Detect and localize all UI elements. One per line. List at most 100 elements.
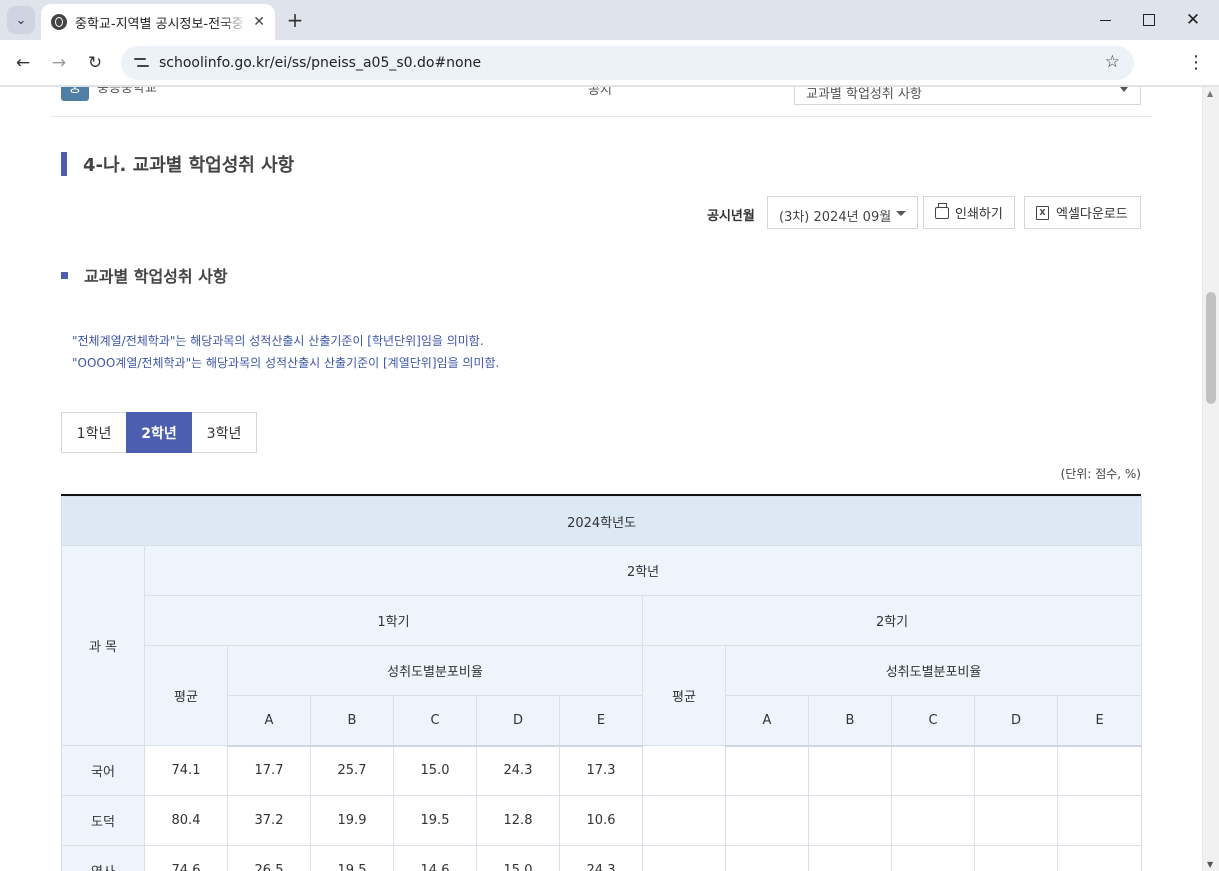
data-cell — [974, 745, 1058, 796]
data-cell: 15.0 — [476, 845, 560, 871]
data-cell: 12.8 — [476, 795, 560, 846]
data-cell: 15.0 — [393, 745, 477, 796]
notes: "전체계열/전체학과"는 해당과목의 성적산출시 산출기준이 [학년단위]임을 … — [72, 330, 499, 374]
window-close-button[interactable]: ✕ — [1180, 7, 1206, 33]
scroll-up-icon[interactable]: ▲ — [1207, 89, 1213, 98]
data-cell — [808, 795, 892, 846]
tab-bar: ⌄ 중학교-지역별 공시정보-전국중학교 ✕ + ✕ — [0, 0, 1219, 40]
data-cell: 10.6 — [559, 795, 643, 846]
browser-tab[interactable]: 중학교-지역별 공시정보-전국중학교 ✕ — [41, 4, 275, 40]
browser-menu-button[interactable]: ⋮ — [1186, 51, 1206, 75]
level-header: E — [1056, 695, 1143, 747]
excel-download-button[interactable]: X 엑셀다운로드 — [1024, 196, 1141, 229]
globe-icon — [51, 14, 67, 30]
printer-icon — [935, 202, 949, 219]
school-name: 충등중학교 — [97, 87, 157, 96]
new-tab-button[interactable]: + — [282, 7, 308, 33]
table-row: 국어 74.1 17.7 25.7 15.0 24.3 17.3 — [61, 745, 1143, 796]
level-header: D — [974, 695, 1058, 747]
semester-2-header: 2학기 — [641, 595, 1143, 646]
dist-header: 성취도별분포비율 — [227, 645, 643, 696]
data-cell: 25.7 — [310, 745, 394, 796]
tab-grade-2[interactable]: 2학년 — [126, 412, 192, 453]
pub-item-value: 교과별 학업성취 사항 — [806, 87, 922, 102]
subject-cell: 도덕 — [61, 795, 145, 846]
tab-grade-1[interactable]: 1학년 — [61, 412, 127, 453]
print-button[interactable]: 인쇄하기 — [923, 196, 1015, 229]
scroll-down-icon[interactable]: ▼ — [1207, 860, 1213, 869]
year-header: 2024학년도 — [60, 496, 1143, 546]
title-accent-bar — [61, 152, 67, 176]
school-info-row: 중 충등중학교 공시 교과별 학업성취 사항 — [51, 87, 1152, 117]
scrollbar-thumb[interactable] — [1206, 292, 1216, 404]
data-cell — [725, 745, 809, 796]
pub-month-value: (3차) 2024년 09월 — [779, 210, 892, 225]
data-cell — [642, 795, 726, 846]
site-info-icon[interactable] — [133, 56, 151, 70]
print-label: 인쇄하기 — [955, 207, 1003, 222]
page-content: 중 충등중학교 공시 교과별 학업성취 사항 4-나. 교과별 학업성취 사항 … — [0, 87, 1202, 871]
page-scrollbar[interactable]: ▲ ▼ — [1202, 87, 1219, 871]
tab-grade-3[interactable]: 3학년 — [191, 412, 257, 453]
level-header: A — [227, 695, 311, 747]
forward-button[interactable]: → — [45, 49, 73, 77]
data-cell: 74.1 — [144, 745, 228, 796]
data-cell: 74.6 — [144, 845, 228, 871]
browser-toolbar: ← → ↻ schoolinfo.go.kr/ei/ss/pneiss_a05_… — [0, 40, 1219, 86]
back-button[interactable]: ← — [9, 49, 37, 77]
sub-title-marker — [61, 271, 68, 279]
subject-header: 과 목 — [61, 545, 145, 746]
data-cell: 80.4 — [144, 795, 228, 846]
data-cell: 19.9 — [310, 795, 394, 846]
data-cell: 24.3 — [476, 745, 560, 796]
level-header: C — [393, 695, 477, 747]
section-title: 4-나. 교과별 학업성취 사항 — [61, 152, 294, 176]
level-header: A — [725, 695, 809, 747]
data-cell: 14.6 — [393, 845, 477, 871]
note-line: "OOOO계열/전체학과"는 해당과목의 성적산출시 산출기준이 [계열단위]임… — [72, 356, 500, 370]
level-header: B — [808, 695, 892, 747]
excel-icon: X — [1036, 205, 1049, 220]
pub-month-select[interactable]: (3차) 2024년 09월 — [767, 196, 918, 229]
data-cell — [891, 845, 975, 871]
data-cell — [642, 745, 726, 796]
avg-header: 평균 — [144, 645, 228, 746]
pub-month-label: 공시년월 — [707, 209, 755, 224]
data-cell — [974, 845, 1058, 871]
level-header: C — [891, 695, 975, 747]
page-viewport: 중 충등중학교 공시 교과별 학업성취 사항 4-나. 교과별 학업성취 사항 … — [0, 87, 1219, 871]
data-cell — [1056, 795, 1143, 846]
data-cell — [808, 745, 892, 796]
pub-item-select[interactable]: 교과별 학업성취 사항 — [794, 87, 1141, 105]
table-row: 역사 74.6 26.5 19.5 14.6 15.0 24.3 — [61, 845, 1143, 871]
caret-down-icon — [896, 211, 906, 216]
address-bar[interactable]: schoolinfo.go.kr/ei/ss/pneiss_a05_s0.do#… — [121, 46, 1134, 80]
avg-header: 평균 — [642, 645, 726, 746]
data-cell: 17.3 — [559, 745, 643, 796]
grade-tabs: 1학년 2학년 3학년 — [61, 412, 257, 453]
semester-1-header: 1학기 — [144, 595, 643, 646]
maximize-button[interactable] — [1136, 7, 1162, 33]
data-cell: 17.7 — [227, 745, 311, 796]
data-cell: 24.3 — [559, 845, 643, 871]
subject-cell: 역사 — [61, 845, 145, 871]
pub-label: 공시 — [588, 87, 612, 98]
data-cell — [642, 845, 726, 871]
chevron-down-icon: ⌄ — [15, 12, 27, 28]
page-title: 4-나. 교과별 학업성취 사항 — [83, 155, 295, 176]
data-cell: 37.2 — [227, 795, 311, 846]
data-cell — [1056, 745, 1143, 796]
sub-title: 교과별 학업성취 사항 — [61, 263, 228, 287]
reload-button[interactable]: ↻ — [81, 49, 109, 77]
bookmark-star-icon[interactable]: ☆ — [1105, 52, 1120, 72]
data-cell: 19.5 — [393, 795, 477, 846]
unit-label: (단위: 점수, %) — [1060, 467, 1141, 481]
caret-down-icon — [1120, 87, 1128, 92]
school-badge: 중 — [61, 87, 89, 101]
tab-search-button[interactable]: ⌄ — [7, 6, 35, 34]
tab-close-icon[interactable]: ✕ — [253, 14, 265, 30]
sub-title-text: 교과별 학업성취 사항 — [84, 267, 228, 286]
minimize-button[interactable] — [1092, 7, 1118, 33]
data-cell — [808, 845, 892, 871]
dist-header: 성취도별분포비율 — [724, 645, 1143, 696]
